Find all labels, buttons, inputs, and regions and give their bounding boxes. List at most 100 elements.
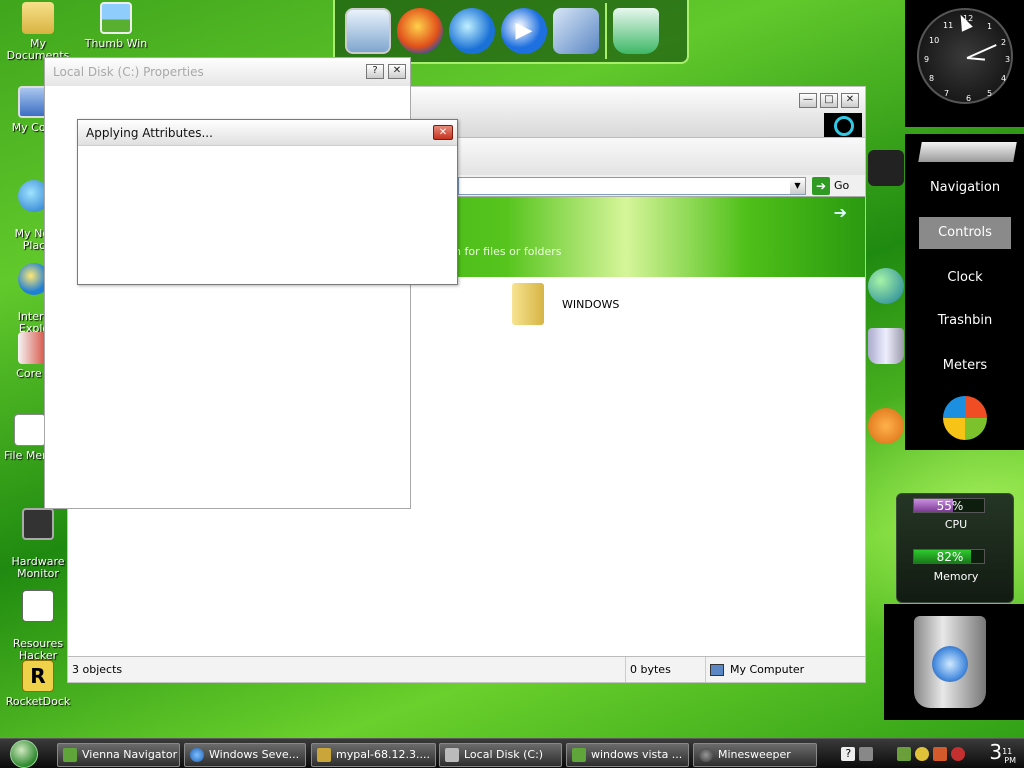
clock-number: 11 [943,21,954,30]
taskbar-item-windows-vista[interactable]: windows vista ... [566,743,689,767]
sidebar-item-clock[interactable]: Clock [919,262,1011,294]
alert-icon[interactable] [951,747,966,761]
dock-separator [605,3,607,59]
taskbar-item-vienna-navigator[interactable]: Vienna Navigator [57,743,180,767]
picture-icon [100,2,132,34]
clock-number: 3 [1005,55,1011,64]
sidebar-item-trashbin[interactable]: Trashbin [919,305,1011,337]
go-arrow-icon[interactable]: ➔ [812,177,830,195]
memory-meter-label: Memory [933,570,979,583]
desktop-icon-thumb-win[interactable]: Thumb Win [78,2,154,50]
sidebar-tab[interactable] [918,142,1017,162]
recycle-bin-icon[interactable] [613,8,659,54]
monitor-icon[interactable] [345,8,391,54]
clock-number: 2 [1001,38,1007,47]
smiley-icon[interactable] [915,747,930,761]
media-player-icon[interactable] [501,8,547,54]
taskbar-item-minesweeper[interactable]: Minesweeper [693,743,817,767]
taskbar-item-local-disk[interactable]: Local Disk (C:) [439,743,562,767]
taskbar-item-label: Windows Seve... [209,748,300,761]
taskbar-item-label: windows vista ... [591,748,683,761]
memory-meter-bar: 82% [913,549,985,564]
desktop-icon-label: Hardware Monitor [11,555,65,580]
properties-titlebar[interactable]: Local Disk (C:) Properties ? ✕ [45,58,410,86]
tray-app-icon[interactable] [897,747,912,761]
clock-number: 8 [929,74,935,83]
go-button[interactable]: Go [834,179,849,192]
folder-icon [512,283,544,325]
taskbar-item-label: Minesweeper [718,748,791,761]
cpu-meter-bar: 55% [913,498,985,513]
browser-icon [190,748,204,762]
mine-icon [699,748,713,762]
maximize-button[interactable]: □ [820,93,838,108]
cpu-meter-value: 55% [936,499,964,513]
clock-number: 5 [987,89,993,98]
status-location-label: My Computer [730,663,805,676]
leaf-icon [572,748,586,762]
recycle-bin-icon[interactable] [868,328,904,364]
trashbin-widget[interactable] [884,604,1024,720]
chevron-down-icon[interactable]: ▼ [790,178,805,194]
taskbar-item-mypal[interactable]: mypal-68.12.3.... [311,743,436,767]
taskbar-item-label: Local Disk (C:) [464,748,544,761]
clock-number: 6 [966,94,972,103]
search-banner-text[interactable]: ch for files or folders [448,245,562,258]
status-location: My Computer [706,657,865,682]
desktop-icon-resource-hacker[interactable]: Resoures Hacker [0,578,76,662]
system-tray: ? 311PM [841,740,1024,768]
start-button[interactable] [10,739,38,768]
status-size: 0 bytes [626,657,706,682]
file-item-label: WINDOWS [562,297,620,311]
cpu-meter-label: CPU [944,518,968,531]
globe-icon[interactable] [868,268,904,304]
clock-hand-minute [966,44,997,59]
chevron-up-icon[interactable] [859,747,874,761]
ie-icon[interactable] [449,8,495,54]
desktop-icon-label: Resoures Hacker [12,637,64,662]
leaf-icon [63,748,77,762]
close-button[interactable]: ✕ [433,125,453,140]
rocketdock-icon: R [22,660,54,692]
forward-arrow-icon[interactable]: ➔ [834,203,847,222]
applying-attributes-dialog: Applying Attributes... ✕ [77,119,458,285]
taskbar-clock[interactable]: 311PM [989,740,1024,768]
computer-icon [710,663,724,676]
taskbar-item-label: Vienna Navigator [82,748,178,761]
status-bar: 3 objects 0 bytes My Computer [68,656,865,682]
minimize-button[interactable]: — [799,93,817,108]
desktop-icon-my-documents[interactable]: My Documents [0,2,76,62]
rocket-dock [333,0,689,64]
help-button[interactable]: ? [366,64,384,79]
desktop-icon-rocketdock[interactable]: R RocketDock [0,660,76,708]
clock-number: 1 [987,22,993,31]
applying-attributes-titlebar[interactable]: Applying Attributes... ✕ [78,120,457,146]
dock-sidebar: Navigation Controls Clock Trashbin Meter… [905,134,1024,450]
sidebar-item-controls[interactable]: Controls [919,217,1011,249]
hardware-monitor-icon [22,508,54,540]
shield-icon[interactable] [933,747,948,761]
address-input[interactable]: ▼ [458,177,806,195]
meters-widget: 55% CPU 82% Memory [896,493,1014,603]
file-item-windows[interactable]: WINDOWS [512,283,619,325]
drive-icon [445,748,459,762]
tools-icon[interactable] [553,8,599,54]
close-button[interactable]: ✕ [841,93,859,108]
trash-can-icon [914,616,986,708]
taskbar-item-windows-seven[interactable]: Windows Seve... [184,743,306,767]
side-icon-strip [866,150,906,460]
side-dark-icon[interactable] [868,150,904,186]
recycle-symbol-icon [932,646,968,682]
firefox-icon[interactable] [397,8,443,54]
media-player-icon[interactable] [868,408,904,444]
windows-logo-icon[interactable] [943,396,987,440]
sidebar-item-navigation[interactable]: Navigation [919,172,1011,204]
desktop-icon-label: RocketDock [5,695,71,708]
windows-brand-icon [824,113,862,137]
help-icon[interactable]: ? [841,747,856,761]
clock-number: 9 [924,55,930,64]
close-button[interactable]: ✕ [388,64,406,79]
sidebar-item-meters[interactable]: Meters [919,350,1011,382]
applying-attributes-title: Applying Attributes... [86,126,213,140]
clock-hour: 3 [989,739,1003,764]
